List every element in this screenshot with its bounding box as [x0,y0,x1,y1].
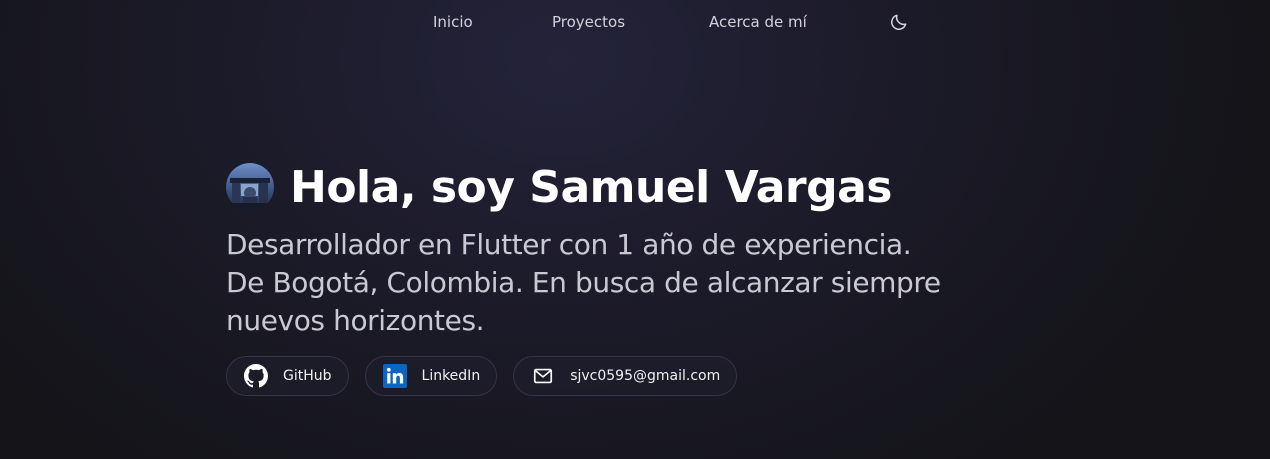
page-title: Hola, soy Samuel Vargas [290,161,893,213]
linkedin-label: LinkedIn [421,368,481,384]
nav-link-proyectos[interactable]: Proyectos [552,13,625,31]
moon-icon [891,14,907,30]
github-link[interactable]: GitHub [226,356,349,396]
hero-description: Desarrollador en Flutter con 1 año de ex… [226,228,941,337]
github-icon [243,363,269,389]
linkedin-icon [382,363,408,389]
email-link[interactable]: sjvc0595@gmail.com [513,356,738,396]
profile-photo [226,163,274,211]
top-navigation: Inicio Proyectos Acerca de mí [0,0,1270,46]
linkedin-link[interactable]: LinkedIn [364,356,498,396]
mail-icon [530,363,556,389]
theme-toggle-button[interactable] [889,12,909,32]
nav-link-inicio[interactable]: Inicio [433,13,473,31]
title-row: Hola, soy Samuel Vargas [226,160,986,214]
hero-section: Hola, soy Samuel Vargas Desarrollador en… [226,160,986,396]
nav-link-acerca[interactable]: Acerca de mí [709,13,807,31]
email-label: sjvc0595@gmail.com [570,368,721,384]
avatar [226,163,274,211]
github-label: GitHub [283,368,332,384]
social-links: GitHub LinkedIn sjvc0595@gmail.com [226,356,986,396]
